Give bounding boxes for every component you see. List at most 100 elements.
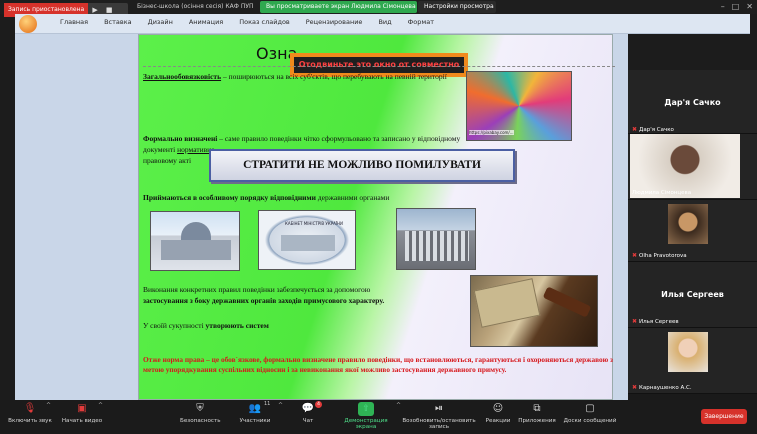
chat-button[interactable]: 💬 4 Чат: [296, 401, 322, 424]
participant-name: Людмила Сімонцева: [632, 190, 692, 196]
participant-video: [668, 332, 708, 372]
security-label: Безопасность: [180, 418, 221, 424]
participant-tile[interactable]: ✖ Olha Pravotorova: [628, 200, 757, 262]
tab-format[interactable]: Формат: [400, 18, 442, 26]
text-universal: Загальнообовязковість – поширюються на в…: [143, 71, 466, 82]
colorful-heads-image: https://pixabay.com/...: [466, 71, 572, 141]
selection-frame: [143, 66, 615, 67]
viewing-screen-banner: Вы просматриваете экран Людмила Сімонцев…: [260, 1, 417, 13]
participant-name: ✖ Карнаушенко А.С.: [632, 384, 692, 391]
zoom-window: Запись приостановлена ▶ ■ Бізнес-школа (…: [0, 0, 757, 434]
apps-label: Приложения: [518, 418, 556, 424]
def-universal: – поширюються на всіх суб'єктів, що пере…: [221, 72, 447, 81]
record-button[interactable]: ⏯ Возобновить/остановить запись: [402, 402, 476, 430]
text-system: У своїй сукупності утворюють систем: [143, 320, 473, 331]
ppt-ribbon: Главная Вставка Дизайн Анимация Показ сл…: [15, 14, 750, 34]
reactions-icon: ☺: [492, 403, 504, 414]
whiteboards-button[interactable]: ▢ Доски сообщений: [562, 402, 618, 424]
participant-big-name: Дар'я Сачко: [664, 98, 721, 107]
video-label: Начать видео: [61, 418, 103, 424]
close-icon[interactable]: ✕: [746, 2, 753, 11]
participant-tile[interactable]: Дар'я Сачко ✖ Дар'я Сачко: [628, 70, 757, 134]
document-title: Бізнес-школа (осіння сесія) КАФ ПУП: [137, 3, 254, 10]
def-system-a: У своїй сукупності: [143, 321, 206, 330]
participant-tile[interactable]: ✖ Карнаушенко А.С.: [628, 328, 757, 394]
mic-off-icon: 🎙: [23, 403, 37, 414]
office-button-icon[interactable]: [19, 15, 37, 33]
cabinet-ministers-image: КАБІНЕТ МІНІСТРІВ УКРАЇНИ: [258, 210, 356, 270]
reactions-button[interactable]: ☺ Реакции: [484, 402, 512, 424]
apps-button[interactable]: ⧉ Приложения: [518, 402, 556, 424]
heads-image-caption: https://pixabay.com/...: [469, 130, 514, 135]
share-caret-icon[interactable]: ^: [396, 402, 401, 409]
chat-label: Чат: [302, 418, 314, 424]
window-controls: – □ ✕: [721, 2, 753, 11]
minimize-icon[interactable]: –: [721, 2, 725, 11]
mic-muted-icon: ✖: [632, 252, 638, 259]
participants-caret-icon[interactable]: ^: [278, 402, 283, 409]
banner-text: СТРАТИТИ НЕ МОЖЛИВО ПОМИЛУВАТИ: [243, 159, 481, 171]
record-label: Возобновить/остановить запись: [402, 418, 476, 430]
participants-count: 11: [264, 401, 271, 407]
pause-record-icon: ⏯: [435, 403, 443, 414]
tab-home[interactable]: Главная: [52, 18, 96, 26]
tab-design[interactable]: Дизайн: [140, 18, 181, 26]
share-screen-label: Демонстрация экрана: [344, 418, 388, 430]
def-enforced-a: Виконання конкретних правил поведінки за…: [143, 285, 371, 294]
mic-label: Включить звук: [8, 418, 52, 424]
term-formal: Формально визначені: [143, 134, 218, 143]
meeting-toolbar: 🎙 Включить звук ^ ▣ Начать видео ^ ⛨ Без…: [0, 400, 757, 434]
participant-video: [668, 204, 708, 244]
whiteboards-label: Доски сообщений: [563, 418, 617, 424]
tab-slideshow[interactable]: Показ слайдов: [231, 18, 298, 26]
slide-banner: СТРАТИТИ НЕ МОЖЛИВО ПОМИЛУВАТИ: [209, 149, 515, 182]
def-formal-b: правовому акті: [143, 156, 192, 165]
participant-name: ✖ Olha Pravotorova: [632, 252, 687, 259]
tab-insert[interactable]: Вставка: [96, 18, 140, 26]
chat-badge: 4: [315, 401, 322, 408]
participant-big-name: Илья Сергеев: [661, 290, 724, 299]
video-caret-icon[interactable]: ^: [98, 402, 103, 409]
def-enforced-b: застосування з боку державних органів за…: [143, 296, 385, 305]
view-options-button[interactable]: Настройки просмотра ▾: [418, 1, 496, 22]
mic-muted-icon: ✖: [632, 318, 638, 325]
tab-animation[interactable]: Анимация: [181, 18, 231, 26]
share-screen-icon: ⇧: [358, 402, 374, 416]
participant-tile[interactable]: Илья Сергеев ✖ Илья Сергеев: [628, 262, 757, 328]
parliament-building-image: [150, 211, 240, 271]
text-adopted: Приймаються в особливому порядку відпові…: [143, 192, 473, 203]
participants-icon: 👥: [248, 403, 262, 414]
def-system-b: утворюють систем: [205, 321, 269, 330]
shield-icon: ⛨: [196, 403, 204, 414]
top-bar: Запись приостановлена ▶ ■ Бізнес-школа (…: [0, 0, 757, 22]
chat-icon: 💬 4: [301, 401, 322, 416]
participants-label: Участники: [239, 418, 271, 424]
government-office-image: [396, 208, 476, 270]
reactions-label: Реакции: [485, 418, 511, 424]
participants-gallery: Дар'я Сачко ✖ Дар'я Сачко Людмила Сімонце…: [628, 70, 757, 400]
term-adopted: Приймаються в особливому порядку відпові…: [143, 193, 316, 202]
ribbon-tabs: Главная Вставка Дизайн Анимация Показ сл…: [52, 18, 442, 26]
end-meeting-button[interactable]: Завершение: [701, 409, 747, 424]
apps-icon: ⧉: [533, 403, 541, 414]
participant-tile[interactable]: Людмила Сімонцева: [628, 134, 757, 200]
participant-name: ✖ Илья Сергеев: [632, 318, 679, 325]
maximize-icon[interactable]: □: [732, 2, 740, 11]
text-conclusion: Отже норма права – це обов`язкове, форма…: [143, 355, 613, 374]
security-button[interactable]: ⛨ Безопасность: [180, 402, 221, 424]
mic-muted-icon: ✖: [632, 384, 638, 391]
tab-review[interactable]: Рецензирование: [298, 18, 371, 26]
share-screen-button[interactable]: ⇧ Демонстрация экрана: [334, 402, 398, 430]
def-adopted: державними органами: [315, 193, 390, 202]
text-enforced: Виконання конкретних правил поведінки за…: [143, 284, 473, 306]
term-universal: Загальнообовязковість: [143, 72, 222, 81]
tab-view[interactable]: Вид: [370, 18, 399, 26]
participant-name: ✖ Дар'я Сачко: [632, 126, 674, 133]
whiteboard-icon: ▢: [585, 403, 595, 414]
video-off-icon: ▣: [77, 403, 87, 414]
view-options-label: Настройки просмотра: [424, 3, 494, 10]
money-gavel-image: [470, 275, 598, 347]
mic-muted-icon: ✖: [632, 126, 638, 133]
mic-caret-icon[interactable]: ^: [46, 402, 51, 409]
participant-video: [630, 134, 740, 198]
